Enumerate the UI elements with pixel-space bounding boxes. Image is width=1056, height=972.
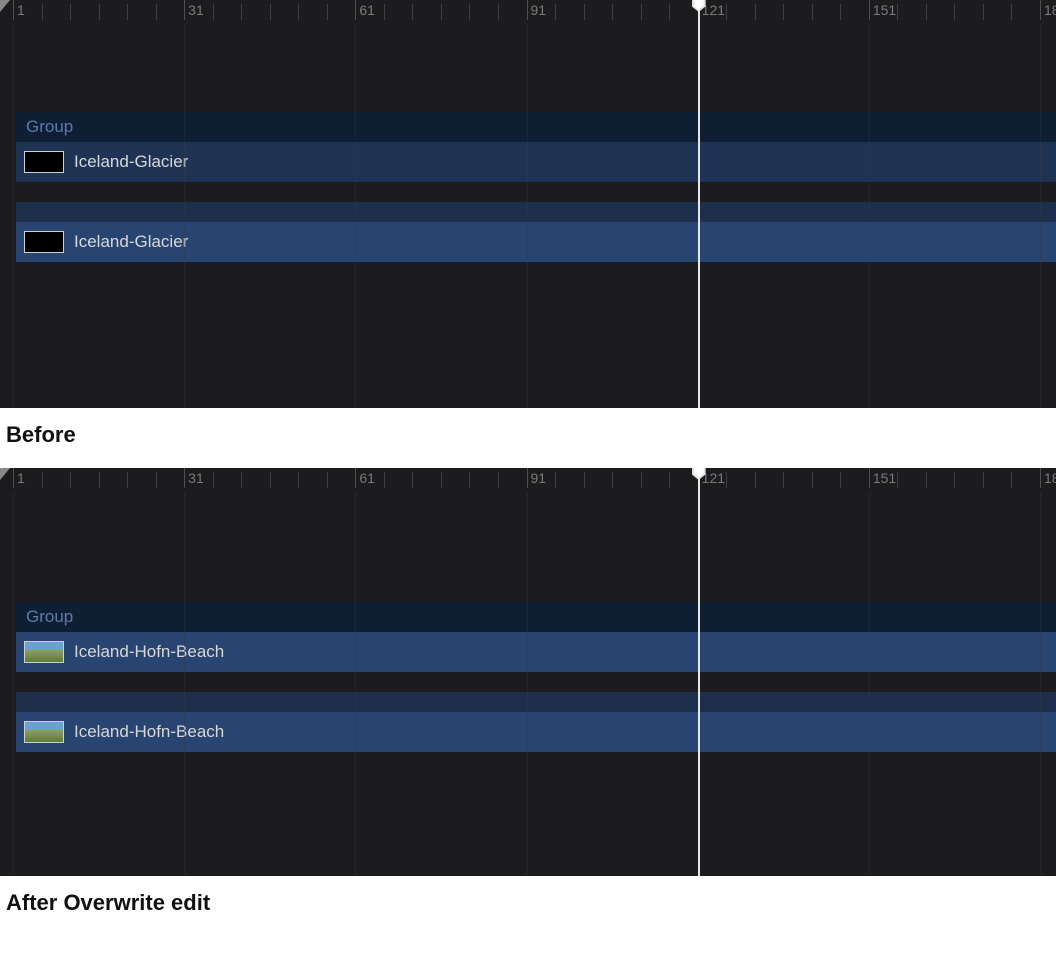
- clip-thumbnail: [24, 641, 64, 663]
- ruler-frame-number: 31: [188, 2, 204, 18]
- ruler-frame-number: 181: [1044, 470, 1056, 486]
- timeline-gridline: [13, 24, 14, 408]
- ruler-frame-number: 91: [531, 2, 547, 18]
- clip-thumbnail: [24, 151, 64, 173]
- track-band: [16, 692, 1056, 712]
- timeline-gridline: [184, 492, 185, 876]
- timeline-gridline: [13, 492, 14, 876]
- playhead[interactable]: [698, 0, 700, 408]
- timeline-gridline: [527, 492, 528, 876]
- group-header: Group: [16, 112, 1056, 142]
- timeline-gridline: [869, 492, 870, 876]
- caption-before: Before: [0, 408, 1056, 468]
- ruler-frame-number: 151: [873, 470, 896, 486]
- timeline-ruler[interactable]: 1316191121151181: [0, 0, 1056, 24]
- clip-thumbnail: [24, 721, 64, 743]
- group-label: Group: [26, 607, 73, 627]
- timeline-clip[interactable]: Iceland-Glacier: [16, 142, 1056, 182]
- group-label: Group: [26, 117, 73, 137]
- timeline-clip[interactable]: Iceland-Hofn-Beach: [16, 712, 1056, 752]
- timeline-after: 1316191121151181 Group Iceland-Hofn-Beac…: [0, 468, 1056, 876]
- ruler-frame-number: 61: [359, 470, 375, 486]
- ruler-frame-number: 1: [17, 470, 25, 486]
- clip-name: Iceland-Glacier: [74, 232, 188, 252]
- timeline-gridline: [355, 492, 356, 876]
- ruler-frame-number: 91: [531, 470, 547, 486]
- ruler-frame-number: 151: [873, 2, 896, 18]
- project-start-marker: [0, 0, 10, 12]
- clip-name: Iceland-Hofn-Beach: [74, 722, 224, 742]
- clip-name: Iceland-Hofn-Beach: [74, 642, 224, 662]
- timeline-gridline: [1040, 492, 1041, 876]
- caption-after: After Overwrite edit: [0, 876, 1056, 936]
- clip-thumbnail: [24, 231, 64, 253]
- group-header: Group: [16, 602, 1056, 632]
- timeline-ruler[interactable]: 1316191121151181: [0, 468, 1056, 492]
- ruler-frame-number: 31: [188, 470, 204, 486]
- playhead[interactable]: [698, 468, 700, 876]
- timeline-before: 1316191121151181 Group Iceland-Glacier I…: [0, 0, 1056, 408]
- track-band: [16, 202, 1056, 222]
- timeline-clip[interactable]: Iceland-Glacier: [16, 222, 1056, 262]
- ruler-frame-number: 61: [359, 2, 375, 18]
- clip-name: Iceland-Glacier: [74, 152, 188, 172]
- timeline-clip[interactable]: Iceland-Hofn-Beach: [16, 632, 1056, 672]
- project-start-marker: [0, 468, 10, 480]
- ruler-frame-number: 1: [17, 2, 25, 18]
- ruler-frame-number: 181: [1044, 2, 1056, 18]
